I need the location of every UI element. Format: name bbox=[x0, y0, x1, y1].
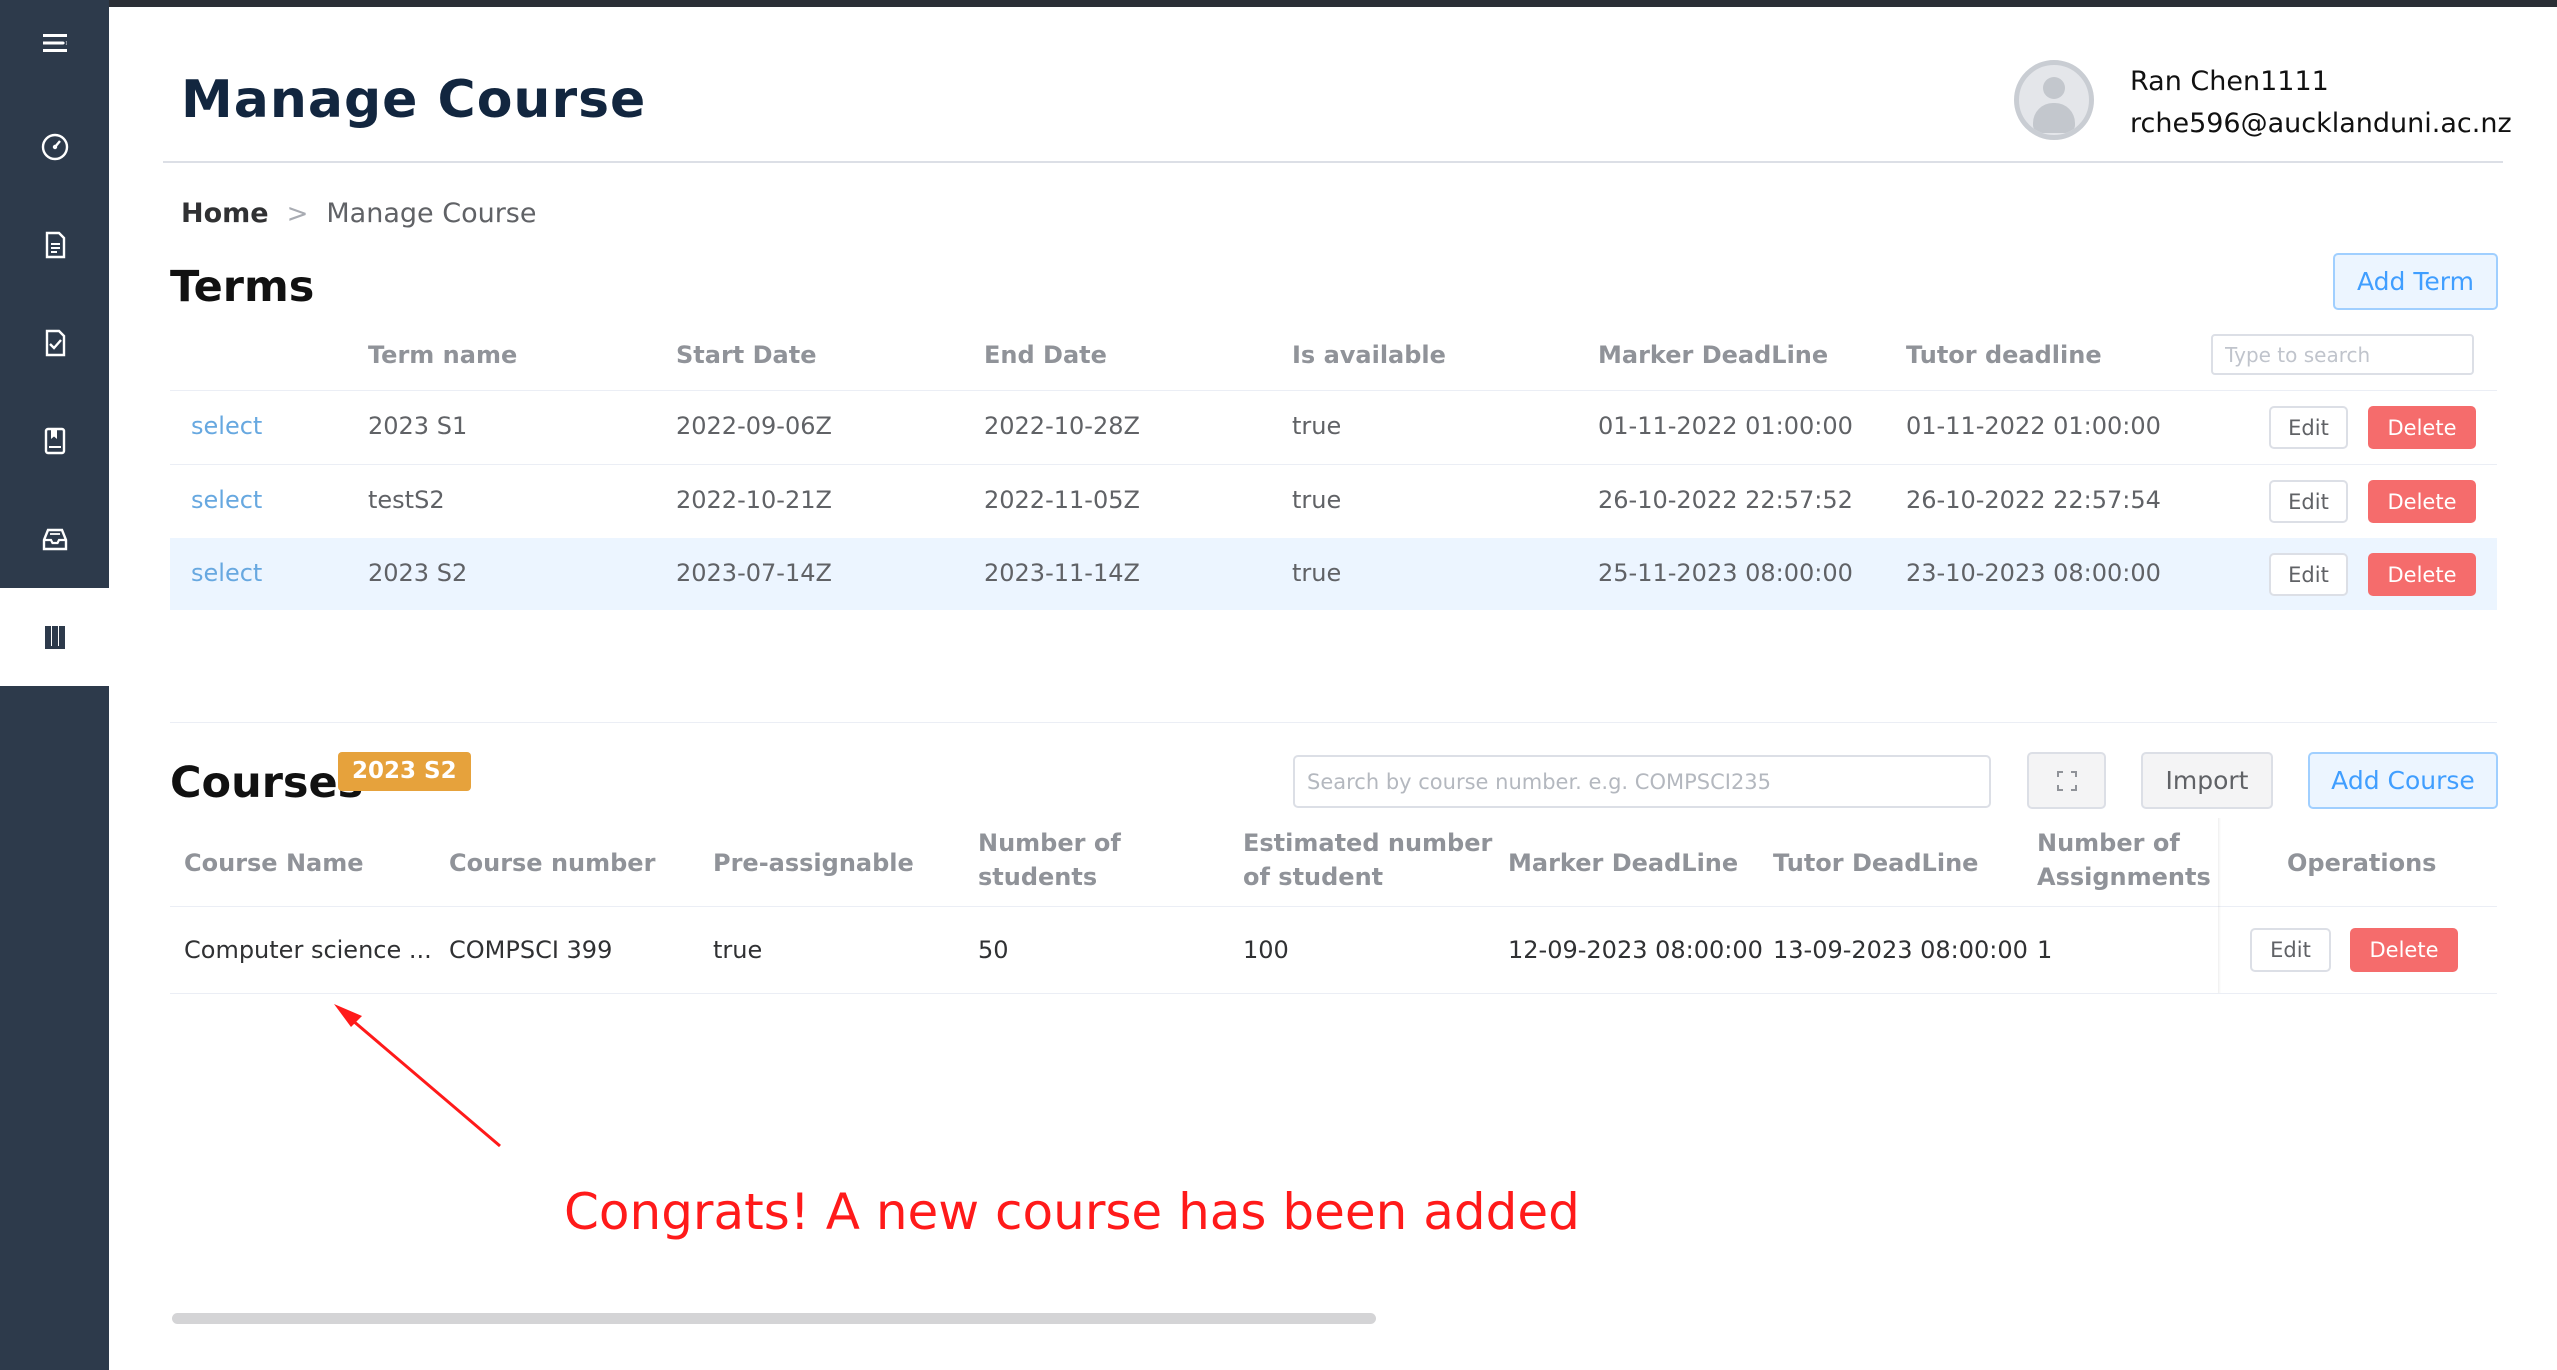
horizontal-scrollbar[interactable] bbox=[172, 1313, 1376, 1324]
annotation-text: Congrats! A new course has been added bbox=[564, 1183, 1580, 1241]
annotation-arrow-icon bbox=[334, 1004, 501, 1148]
